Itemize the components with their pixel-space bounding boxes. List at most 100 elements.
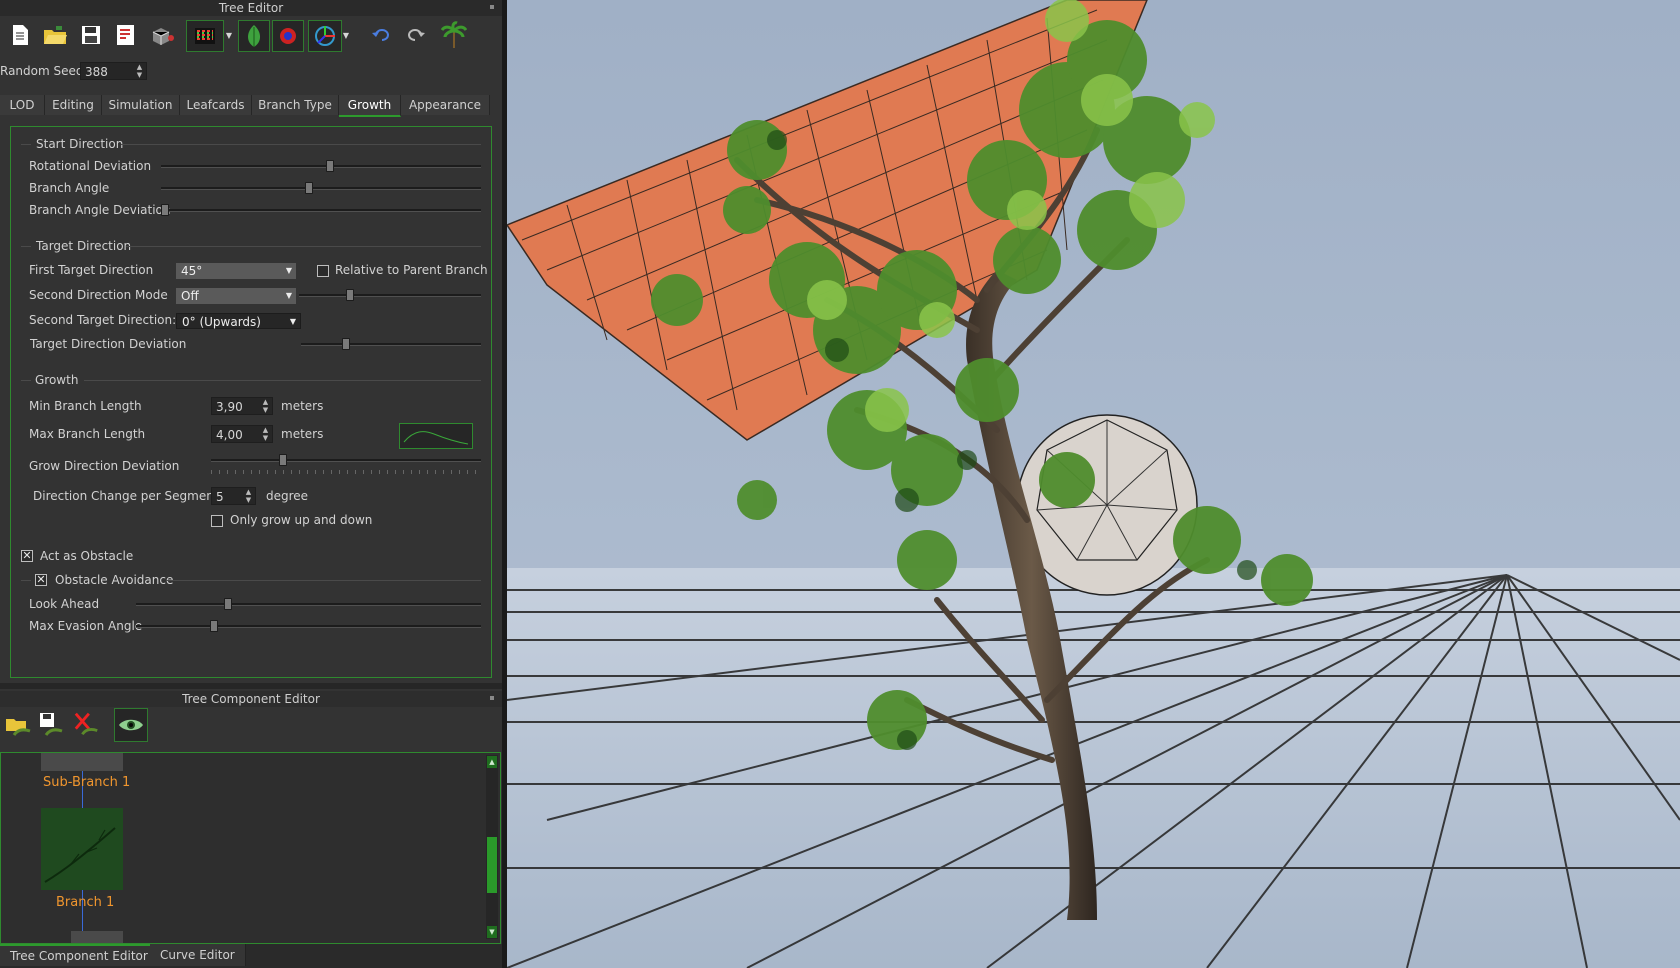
min-branch-length-label: Min Branch Length	[29, 399, 142, 413]
scroll-up-icon[interactable]: ▲	[487, 756, 497, 768]
section-growth: Growth	[35, 373, 79, 387]
undo-icon[interactable]	[367, 20, 395, 50]
visibility-eye-icon[interactable]	[114, 708, 148, 742]
max-evasion-angle-slider[interactable]	[136, 625, 481, 628]
look-ahead-slider[interactable]	[136, 603, 481, 606]
curve-preview-icon	[403, 431, 469, 445]
target-direction-deviation-slider[interactable]	[301, 343, 481, 346]
redo-icon[interactable]	[402, 20, 430, 50]
colors-dropdown-caret-icon[interactable]: ▼	[223, 20, 235, 50]
branch-angle-deviation-knob[interactable]	[161, 204, 169, 216]
scroll-down-icon[interactable]: ▼	[487, 926, 497, 938]
act-as-obstacle-checkbox[interactable]: ✕	[21, 550, 33, 562]
act-as-obstacle-label: Act as Obstacle	[40, 549, 134, 563]
spin-down-icon[interactable]: ▼	[244, 497, 253, 504]
tab-growth[interactable]: Growth	[339, 95, 401, 117]
branch-node-thumbnail[interactable]	[41, 808, 123, 890]
node-stub	[41, 753, 123, 771]
max-branch-length-label: Max Branch Length	[29, 427, 146, 441]
branch-angle-label: Branch Angle	[29, 181, 110, 195]
tab-tree-component-editor[interactable]: Tree Component Editor	[0, 944, 159, 966]
relative-to-parent-checkbox[interactable]	[317, 265, 329, 277]
section-divider	[21, 144, 31, 145]
max-branch-length-unit: meters	[281, 427, 324, 441]
3d-viewport[interactable]	[507, 0, 1680, 968]
target-icon[interactable]	[272, 20, 304, 52]
max-evasion-angle-knob[interactable]	[210, 620, 219, 632]
viewport-scene	[507, 0, 1680, 968]
scroll-thumb[interactable]	[487, 837, 497, 893]
panel-title: Tree Editor	[0, 0, 502, 16]
look-ahead-knob[interactable]	[223, 598, 232, 610]
tab-appearance[interactable]: Appearance	[401, 95, 490, 115]
grow-direction-deviation-slider[interactable]	[211, 459, 481, 462]
section-divider	[84, 380, 481, 381]
rotational-deviation-slider[interactable]	[161, 165, 481, 168]
new-file-icon[interactable]	[6, 20, 34, 50]
second-direction-mode-dropdown[interactable]: Off ▼	[176, 288, 296, 304]
max-branch-length-spinbox[interactable]: 4,00 ▲ ▼	[211, 425, 273, 443]
random-seed-spinbox[interactable]: 388 ▲ ▼	[80, 62, 147, 80]
branch-angle-slider[interactable]	[161, 187, 481, 190]
section-start-direction: Start Direction	[36, 137, 124, 151]
tab-lod[interactable]: LOD	[0, 95, 45, 115]
export-icon[interactable]	[112, 20, 140, 50]
spin-up-icon[interactable]: ▲	[261, 427, 270, 434]
slider-ticks	[211, 470, 481, 474]
spin-up-icon[interactable]: ▲	[135, 64, 144, 71]
transform-gizmo-icon[interactable]	[308, 20, 342, 52]
palm-tree-icon[interactable]	[440, 20, 468, 50]
second-target-direction-dropdown[interactable]: 0° (Upwards) ▼	[176, 313, 301, 329]
panel-splitter[interactable]	[0, 683, 502, 689]
spin-down-icon[interactable]: ▼	[261, 407, 270, 414]
min-branch-length-spinbox[interactable]: 3,90 ▲ ▼	[211, 397, 273, 415]
second-direction-knob[interactable]	[345, 289, 354, 301]
direction-change-label: Direction Change per Segment	[33, 489, 219, 503]
tab-branch-type[interactable]: Branch Type	[252, 95, 339, 115]
tab-simulation[interactable]: Simulation	[102, 95, 180, 115]
component-graph-area[interactable]: Sub-Branch 1 Branch 1 ▲ ▼	[0, 752, 501, 944]
target-direction-deviation-knob[interactable]	[342, 338, 351, 350]
cube-icon[interactable]	[148, 20, 176, 50]
rotational-deviation-label: Rotational Deviation	[29, 159, 152, 173]
tab-leafcards[interactable]: Leafcards	[180, 95, 252, 115]
component-toolbar	[0, 705, 502, 745]
only-grow-up-down-checkbox[interactable]	[211, 515, 223, 527]
leaf-icon[interactable]	[238, 20, 270, 52]
main-toolbar: ▼ ▼	[0, 17, 502, 53]
grow-direction-deviation-knob[interactable]	[279, 454, 288, 466]
spin-up-icon[interactable]: ▲	[244, 489, 253, 496]
section-divider	[166, 580, 481, 581]
sub-branch-node-label[interactable]: Sub-Branch 1	[43, 775, 130, 790]
growth-settings-group: Start Direction Rotational Deviation Bra…	[10, 126, 492, 678]
save-component-icon[interactable]	[38, 709, 66, 739]
second-direction-slider[interactable]	[299, 294, 481, 297]
obstacle-avoidance-label: Obstacle Avoidance	[55, 573, 174, 587]
obstacle-avoidance-checkbox[interactable]: ✕	[35, 574, 47, 586]
spin-up-icon[interactable]: ▲	[261, 399, 270, 406]
component-scrollbar[interactable]: ▲ ▼	[486, 755, 498, 939]
direction-change-spinbox[interactable]: 5 ▲ ▼	[211, 487, 256, 505]
panel-grip-icon[interactable]	[490, 5, 494, 9]
rotational-deviation-knob[interactable]	[326, 160, 335, 172]
tab-editing[interactable]: Editing	[45, 95, 102, 115]
relative-to-parent-label: Relative to Parent Branch	[335, 263, 488, 277]
branch-node-label[interactable]: Branch 1	[56, 895, 114, 910]
first-target-direction-dropdown[interactable]: 45° ▼	[176, 263, 296, 279]
bottom-tab-bar: Tree Component Editor Curve Editor	[0, 944, 502, 968]
panel-grip-icon[interactable]	[490, 696, 494, 700]
branch-length-curve-button[interactable]	[399, 423, 473, 449]
branch-angle-deviation-slider[interactable]	[161, 209, 481, 212]
spin-down-icon[interactable]: ▼	[261, 435, 270, 442]
colors-icon[interactable]	[186, 20, 224, 52]
obstacle-sphere	[1016, 414, 1198, 596]
delete-component-icon[interactable]	[73, 709, 101, 739]
open-folder-icon[interactable]	[41, 20, 69, 50]
spin-down-icon[interactable]: ▼	[135, 72, 144, 79]
first-target-direction-label: First Target Direction	[29, 263, 154, 277]
save-icon[interactable]	[77, 20, 105, 50]
load-component-icon[interactable]	[4, 709, 32, 739]
branch-angle-knob[interactable]	[304, 182, 313, 194]
tab-curve-editor[interactable]: Curve Editor	[150, 944, 246, 966]
gizmo-dropdown-caret-icon[interactable]: ▼	[340, 20, 352, 50]
